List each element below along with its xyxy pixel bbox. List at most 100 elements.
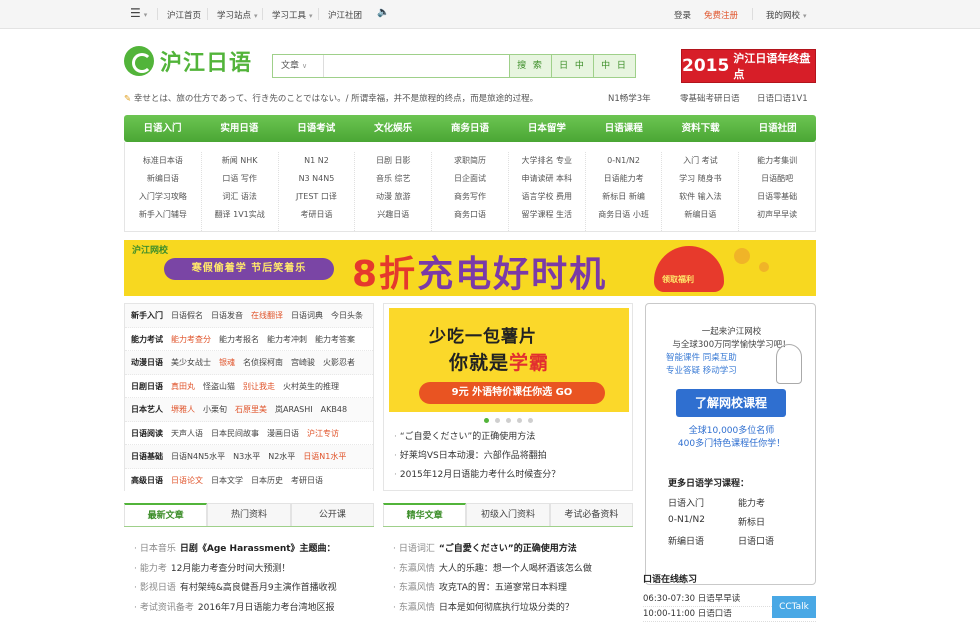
subnav-link[interactable]: 申请读研 本科 — [509, 170, 585, 188]
category-link[interactable]: 沪江专访 — [307, 422, 339, 445]
category-link[interactable]: 日语假名 — [171, 304, 203, 327]
site-logo[interactable]: 沪江日语 — [124, 45, 252, 77]
year-review-ad[interactable]: 2015 沪江日语年终盘点 — [681, 49, 816, 83]
category-link[interactable]: 火村英生的推理 — [283, 375, 339, 398]
course-link[interactable]: 日语入门 — [668, 496, 738, 509]
carousel-dot[interactable] — [528, 418, 533, 423]
category-link[interactable]: 在线翻译 — [251, 304, 283, 327]
subnav-link[interactable]: 求职简历 — [432, 152, 508, 170]
search-category-select[interactable]: 文章 ∨ — [273, 55, 323, 77]
subnav-link[interactable]: 日企面试 — [432, 170, 508, 188]
subnav-link[interactable]: 软件 输入法 — [662, 188, 738, 206]
category-link[interactable]: 能力考查分 — [171, 328, 211, 351]
nav-item[interactable]: 日语入门 — [124, 115, 201, 142]
subnav-link[interactable]: 大学排名 专业 — [509, 152, 585, 170]
list-item[interactable]: “ご自愛ください”的正确使用方法 — [394, 428, 560, 447]
login-link[interactable]: 登录 — [674, 9, 691, 21]
nav-item[interactable]: 资料下载 — [662, 115, 739, 142]
search-button[interactable]: 搜 索 — [509, 55, 551, 77]
carousel-dot[interactable] — [517, 418, 522, 423]
cctalk-badge[interactable]: CCTalk — [772, 596, 816, 618]
subnav-link[interactable]: 标准日本语 — [125, 152, 201, 170]
list-item[interactable]: 考试资讯备考2016年7月日语能力考台湾地区报 — [134, 599, 384, 619]
learn-courses-button[interactable]: 了解网校课程 — [676, 389, 786, 417]
category-link[interactable]: 日本民间故事 — [211, 422, 259, 445]
category-link[interactable]: N3水平 — [233, 445, 260, 468]
subnav-link[interactable]: 0-N1/N2 — [586, 152, 662, 170]
subnav-link[interactable]: 日语酷吧 — [739, 170, 815, 188]
tab-hot[interactable]: 热门资料 — [207, 503, 291, 526]
category-link[interactable]: 宫崎骏 — [291, 351, 315, 374]
motto-link-n1[interactable]: N1畅学3年 — [608, 92, 651, 104]
list-item[interactable]: 日语词汇“ご自愛ください”的正确使用方法 — [393, 540, 643, 560]
subnav-link[interactable]: 词汇 语法 — [202, 188, 278, 206]
jp-cn-button[interactable]: 日 中 — [551, 55, 593, 77]
category-link[interactable]: 考研日语 — [291, 469, 323, 493]
course-link[interactable]: 新编日语 — [668, 534, 738, 547]
carousel-dot[interactable] — [506, 418, 511, 423]
subnav-link[interactable]: 初声早早读 — [739, 206, 815, 224]
menu-icon[interactable]: ☰ ▾ — [130, 6, 147, 20]
category-link[interactable]: 天声人语 — [171, 422, 203, 445]
subnav-link[interactable]: 语言学校 费用 — [509, 188, 585, 206]
cn-jp-button[interactable]: 中 日 — [593, 55, 635, 77]
motto-link-oral[interactable]: 日语口语1V1 — [757, 92, 808, 104]
subnav-link[interactable]: 新闻 NHK — [202, 152, 278, 170]
subnav-link[interactable]: 留学课程 生活 — [509, 206, 585, 224]
list-item[interactable]: 能力考12月能力考查分时间大预测！ — [134, 560, 384, 580]
category-link[interactable]: AKB48 — [321, 398, 347, 421]
subnav-link[interactable]: 商务日语 小班 — [586, 206, 662, 224]
category-link[interactable]: 漫画日语 — [267, 422, 299, 445]
course-link[interactable]: 新标日 — [738, 515, 808, 528]
list-item[interactable]: 东瀛风情攻克TA的胃：五道寥常日本料理 — [393, 579, 643, 599]
top-link-tools[interactable]: 学习工具 ▾ — [272, 9, 313, 21]
category-link[interactable]: 别让我走 — [243, 375, 275, 398]
category-link[interactable]: 日语N1水平 — [303, 445, 346, 468]
subnav-link[interactable]: 商务口语 — [432, 206, 508, 224]
subnav-link[interactable]: 入门 考试 — [662, 152, 738, 170]
subnav-link[interactable]: 日剧 日影 — [355, 152, 431, 170]
category-link[interactable]: 岚ARASHI — [275, 398, 313, 421]
subnav-link[interactable]: 入门学习攻略 — [125, 188, 201, 206]
nav-item[interactable]: 日语考试 — [278, 115, 355, 142]
my-school-menu[interactable]: 我的网校 ▾ — [766, 9, 807, 21]
subnav-link[interactable]: 商务写作 — [432, 188, 508, 206]
subnav-link[interactable]: 日语能力考 — [586, 170, 662, 188]
subnav-link[interactable]: 新编日语 — [662, 206, 738, 224]
subnav-link[interactable]: 学习 随身书 — [662, 170, 738, 188]
subnav-link[interactable]: 音乐 综艺 — [355, 170, 431, 188]
search-input[interactable] — [323, 55, 509, 77]
subnav-link[interactable]: JTEST 口译 — [279, 188, 355, 206]
tab-beginner[interactable]: 初级入门资料 — [466, 503, 550, 526]
promo-banner[interactable]: 沪江网校 寒假偷着学 节后笑着乐 8折充电好时机 领取福利 — [124, 240, 816, 296]
category-link[interactable]: 日语N4N5水平 — [171, 445, 225, 468]
category-link[interactable]: 堺雅人 — [171, 398, 195, 421]
carousel-dot[interactable] — [484, 418, 489, 423]
top-link-sites[interactable]: 学习站点 ▾ — [217, 9, 258, 21]
list-item[interactable]: 好莱坞VS日本动漫：六部作品将翻拍 — [394, 447, 560, 466]
subnav-link[interactable]: 考研日语 — [279, 206, 355, 224]
register-link[interactable]: 免费注册 — [704, 9, 738, 21]
subnav-link[interactable]: 翻译 1V1实战 — [202, 206, 278, 224]
subnav-link[interactable]: 动漫 旅游 — [355, 188, 431, 206]
subnav-link[interactable]: N1 N2 — [279, 152, 355, 170]
top-link-home[interactable]: 沪江首页 — [167, 9, 201, 21]
featured-ad[interactable]: 少吃一包薯片 你就是学霸 9元 外语特价课任你选 GO — [389, 308, 629, 412]
subnav-link[interactable]: 日语零基础 — [739, 188, 815, 206]
list-item[interactable]: 日本音乐日剧《Age Harassment》主题曲： — [134, 540, 384, 560]
list-item[interactable]: 东瀛风情日本是如何彻底执行垃圾分类的？ — [393, 599, 643, 619]
category-link[interactable]: 真田丸 — [171, 375, 195, 398]
subnav-link[interactable]: N3 N4N5 — [279, 170, 355, 188]
category-link[interactable]: 能力考报名 — [219, 328, 259, 351]
nav-item[interactable]: 日语社团 — [739, 115, 816, 142]
category-link[interactable]: 日语发音 — [211, 304, 243, 327]
tab-exam[interactable]: 考试必备资料 — [549, 503, 633, 526]
nav-item[interactable]: 文化娱乐 — [355, 115, 432, 142]
course-link[interactable]: 能力考 — [738, 496, 808, 509]
category-link[interactable]: N2水平 — [268, 445, 295, 468]
tab-essence[interactable]: 精华文章 — [383, 503, 467, 526]
speaker-icon[interactable]: 🔈 — [377, 7, 389, 18]
category-link[interactable]: 怪盗山猫 — [203, 375, 235, 398]
category-link[interactable]: 能力考答案 — [315, 328, 355, 351]
tab-open-class[interactable]: 公开课 — [290, 503, 374, 526]
